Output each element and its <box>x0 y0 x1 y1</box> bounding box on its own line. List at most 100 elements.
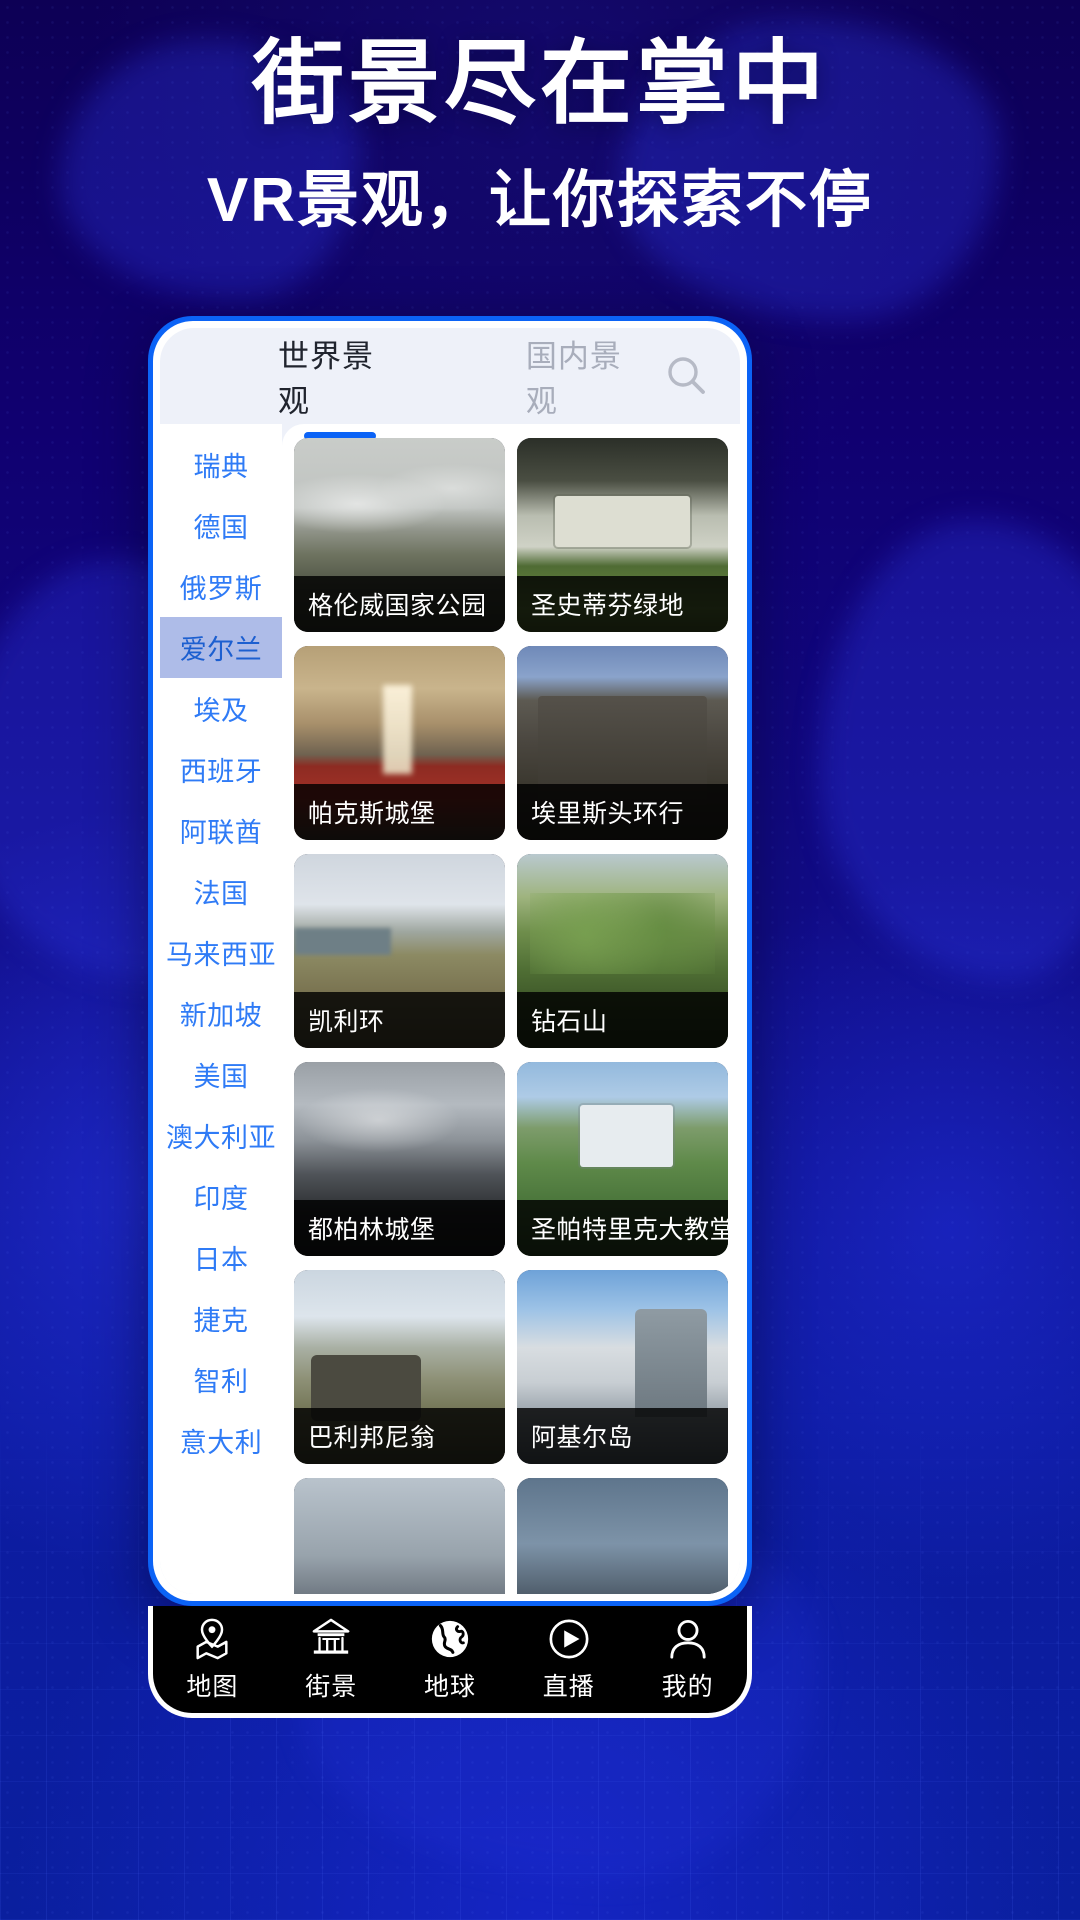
scenery-caption: 阿基尔岛 <box>531 1424 634 1452</box>
sidebar-item-label: 爱尔兰 <box>179 635 263 665</box>
sidebar-item-10[interactable]: 美国 <box>160 1044 282 1105</box>
sidebar-item-label: 日本 <box>193 1245 249 1275</box>
nav-item-label: 直播 <box>542 1672 595 1701</box>
nav-item-label: 地球 <box>423 1672 476 1701</box>
tab-world-scenery-label: 世界景观 <box>278 339 374 419</box>
scenery-card[interactable] <box>294 1478 505 1594</box>
scenery-caption-bar: 都柏林城堡 <box>294 1200 505 1256</box>
nav-item-4[interactable]: 我的 <box>628 1617 747 1703</box>
country-sidebar[interactable]: 瑞典德国俄罗斯爱尔兰埃及西班牙阿联酋法国马来西亚新加坡美国澳大利亚印度日本捷克智… <box>160 424 282 1594</box>
scenery-grid-panel[interactable]: 格伦威国家公园 圣史蒂芬绿地帕克斯城堡 埃里斯头环行凯利环 钻石山都柏林城堡 圣帕特里克… <box>282 424 740 1594</box>
sidebar-item-label: 美国 <box>193 1062 249 1092</box>
sidebar-item-9[interactable]: 新加坡 <box>160 983 282 1044</box>
scenery-caption: 钻石山 <box>531 1008 608 1036</box>
tab-domestic-scenery[interactable]: 国内景观 <box>516 331 660 421</box>
person-icon <box>668 1617 708 1661</box>
search-icon <box>668 357 705 394</box>
scenery-caption-bar: 凯利环 <box>294 992 505 1048</box>
sidebar-item-8[interactable]: 马来西亚 <box>160 922 282 983</box>
scenery-caption: 埃里斯头环行 <box>531 800 685 828</box>
sidebar-item-6[interactable]: 阿联酋 <box>160 800 282 861</box>
sidebar-item-label: 埃及 <box>193 696 249 726</box>
sidebar-item-13[interactable]: 日本 <box>160 1227 282 1288</box>
top-tab-bar: 世界景观 国内景观 <box>160 328 740 440</box>
scenery-card[interactable]: 钻石山 <box>517 854 728 1048</box>
sidebar-item-label: 俄罗斯 <box>179 574 263 604</box>
scenery-card[interactable]: 格伦威国家公园 <box>294 438 505 632</box>
play-circle-icon <box>548 1617 590 1661</box>
sidebar-item-label: 德国 <box>193 513 249 543</box>
sidebar-item-15[interactable]: 智利 <box>160 1349 282 1410</box>
nav-item-3[interactable]: 直播 <box>509 1617 628 1703</box>
sidebar-item-label: 意大利 <box>179 1428 263 1458</box>
sidebar-item-4[interactable]: 埃及 <box>160 678 282 739</box>
map-pin-icon <box>191 1617 233 1661</box>
nav-item-label: 街景 <box>305 1672 358 1701</box>
sidebar-item-label: 瑞典 <box>193 452 249 482</box>
nav-item-0[interactable]: 地图 <box>153 1617 272 1703</box>
promo-subtitle: VR景观，让你探索不停 <box>206 165 874 235</box>
sidebar-item-5[interactable]: 西班牙 <box>160 739 282 800</box>
sidebar-item-label: 阿联酋 <box>179 818 263 848</box>
sidebar-item-14[interactable]: 捷克 <box>160 1288 282 1349</box>
sidebar-item-11[interactable]: 澳大利亚 <box>160 1105 282 1166</box>
scenery-card[interactable]: 凯利环 <box>294 854 505 1048</box>
scenery-card[interactable]: 巴利邦尼翁 <box>294 1270 505 1464</box>
phone-bezel: 世界景观 国内景观 瑞典德国俄罗斯爱尔兰埃及西班牙阿联酋法国马来西亚新加坡美国澳… <box>153 321 747 1601</box>
nav-item-label: 我的 <box>661 1672 714 1701</box>
bottom-navigation-bar: 地图 街景 地球 直播 我的 <box>148 1606 752 1718</box>
sidebar-item-label: 澳大利亚 <box>166 1123 276 1153</box>
scenery-card[interactable] <box>517 1478 728 1594</box>
scenery-grid: 格伦威国家公园 圣史蒂芬绿地帕克斯城堡 埃里斯头环行凯利环 钻石山都柏林城堡 圣帕特里克… <box>294 438 728 1594</box>
sidebar-item-label: 法国 <box>193 879 249 909</box>
sidebar-item-16[interactable]: 意大利 <box>160 1410 282 1471</box>
scenery-caption: 圣史蒂芬绿地 <box>531 592 685 620</box>
scenery-photo <box>517 1478 728 1594</box>
sidebar-item-7[interactable]: 法国 <box>160 861 282 922</box>
scenery-caption: 圣帕特里克大教堂 <box>531 1216 728 1244</box>
scenery-caption-bar: 格伦威国家公园 <box>294 576 505 632</box>
nav-item-label: 地图 <box>186 1672 239 1701</box>
scenery-card[interactable]: 圣史蒂芬绿地 <box>517 438 728 632</box>
scenery-caption-bar: 圣史蒂芬绿地 <box>517 576 728 632</box>
sidebar-item-2[interactable]: 俄罗斯 <box>160 556 282 617</box>
sidebar-item-0[interactable]: 瑞典 <box>160 434 282 495</box>
scenery-card[interactable]: 圣帕特里克大教堂 <box>517 1062 728 1256</box>
phone-screen: 世界景观 国内景观 瑞典德国俄罗斯爱尔兰埃及西班牙阿联酋法国马来西亚新加坡美国澳… <box>160 328 740 1594</box>
scenery-card[interactable]: 阿基尔岛 <box>517 1270 728 1464</box>
nav-item-1[interactable]: 街景 <box>272 1617 391 1703</box>
sidebar-item-1[interactable]: 德国 <box>160 495 282 556</box>
scenery-caption: 都柏林城堡 <box>308 1216 436 1244</box>
search-button[interactable] <box>660 348 714 404</box>
scenery-caption: 格伦威国家公园 <box>308 592 487 620</box>
promo-headline-block: 街景尽在掌中 VR景观，让你探索不停 <box>0 36 1080 235</box>
promo-title: 街景尽在掌中 <box>251 33 828 135</box>
pagoda-icon <box>309 1617 353 1661</box>
sidebar-item-label: 智利 <box>193 1367 249 1397</box>
scenery-card[interactable]: 帕克斯城堡 <box>294 646 505 840</box>
scenery-caption-bar: 圣帕特里克大教堂 <box>517 1200 728 1256</box>
scenery-card[interactable]: 都柏林城堡 <box>294 1062 505 1256</box>
phone-mockup: 世界景观 国内景观 瑞典德国俄罗斯爱尔兰埃及西班牙阿联酋法国马来西亚新加坡美国澳… <box>148 316 752 1606</box>
nav-item-2[interactable]: 地球 <box>391 1617 510 1703</box>
tab-domestic-scenery-label: 国内景观 <box>525 339 622 419</box>
scenery-caption: 帕克斯城堡 <box>308 800 436 828</box>
scenery-caption-bar: 埃里斯头环行 <box>517 784 728 840</box>
scenery-caption: 凯利环 <box>308 1008 385 1036</box>
sidebar-item-label: 捷克 <box>193 1306 249 1336</box>
globe-icon <box>429 1617 471 1661</box>
scenery-browser: 瑞典德国俄罗斯爱尔兰埃及西班牙阿联酋法国马来西亚新加坡美国澳大利亚印度日本捷克智… <box>160 424 740 1594</box>
sidebar-item-12[interactable]: 印度 <box>160 1166 282 1227</box>
sidebar-item-label: 西班牙 <box>179 757 263 787</box>
scenery-photo <box>294 1478 505 1594</box>
sidebar-item-label: 新加坡 <box>179 1001 263 1031</box>
scenery-caption-bar: 阿基尔岛 <box>517 1408 728 1464</box>
scenery-caption-bar: 钻石山 <box>517 992 728 1048</box>
sidebar-item-3[interactable]: 爱尔兰 <box>160 617 282 678</box>
scenery-card[interactable]: 埃里斯头环行 <box>517 646 728 840</box>
sidebar-item-label: 马来西亚 <box>166 940 276 970</box>
scenery-caption-bar: 巴利邦尼翁 <box>294 1408 505 1464</box>
tab-world-scenery[interactable]: 世界景观 <box>268 331 412 440</box>
scenery-caption: 巴利邦尼翁 <box>308 1424 436 1452</box>
sidebar-item-label: 印度 <box>193 1184 249 1214</box>
